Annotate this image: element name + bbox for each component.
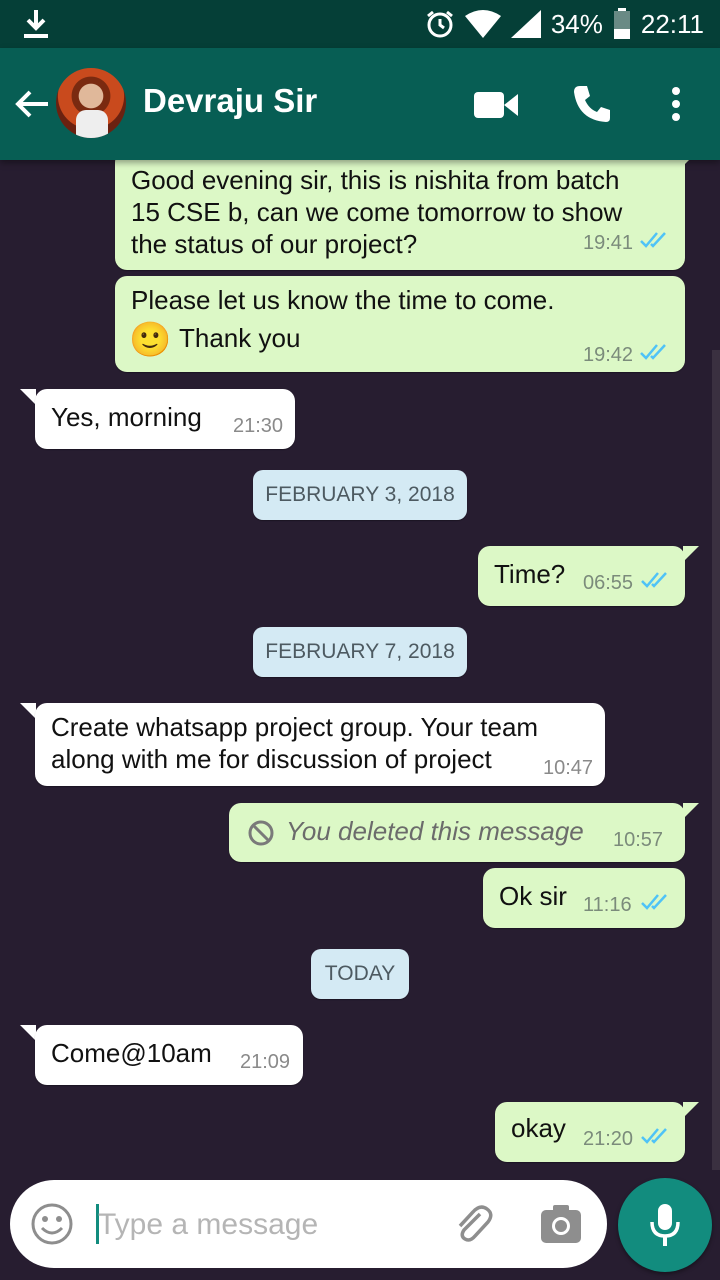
clock: 22:11 [640, 8, 704, 39]
message-outgoing[interactable]: Ok sir 11:16 [483, 868, 685, 928]
message-time: 19:42 [583, 344, 634, 366]
bubble-tail [20, 389, 36, 405]
message-text: Please let us know the time to come. [131, 285, 555, 315]
mic-button[interactable] [618, 1178, 712, 1272]
message-time: 11:16 [583, 894, 632, 916]
download-icon [24, 10, 48, 38]
battery-percent: 34% [550, 8, 603, 39]
date-divider: TODAY [311, 949, 409, 999]
contact-name[interactable]: Devraju Sir [143, 82, 317, 120]
message-time: 21:09 [240, 1051, 291, 1073]
message-outgoing[interactable]: okay 21:20 [495, 1102, 685, 1162]
message-deleted[interactable]: You deleted this message 10:57 [229, 803, 685, 862]
message-text: Time? [494, 559, 566, 589]
alarm-icon [426, 10, 453, 38]
message-time: 10:57 [613, 829, 664, 851]
bubble-tail [683, 803, 699, 819]
bubble-tail [683, 1102, 699, 1118]
message-list[interactable]: Good evening sir, this is nishita from b… [0, 150, 720, 1170]
message-composer [10, 1180, 607, 1268]
phone-icon[interactable] [572, 84, 612, 124]
message-time: 21:20 [583, 1128, 634, 1150]
mic-icon [650, 1204, 680, 1246]
message-time: 06:55 [583, 572, 634, 594]
message-outgoing[interactable]: Please let us know the time to come. 🙂 T… [115, 276, 685, 372]
back-arrow-icon[interactable] [12, 84, 52, 124]
message-time: 10:47 [543, 757, 594, 779]
message-text: Create whatsapp project group. Your team… [51, 712, 539, 774]
chat-header: Devraju Sir [0, 48, 720, 160]
attach-icon[interactable] [450, 1202, 496, 1248]
blocked-icon [248, 820, 274, 846]
message-input[interactable] [96, 1200, 440, 1250]
message-incoming[interactable]: Create whatsapp project group. Your team… [35, 703, 605, 786]
date-divider: FEBRUARY 3, 2018 [253, 470, 467, 520]
message-incoming[interactable]: Come@10am 21:09 [35, 1025, 303, 1085]
message-text: Good evening sir, this is nishita from b… [131, 165, 623, 259]
more-vert-icon[interactable] [670, 86, 682, 122]
message-text: okay [511, 1113, 566, 1143]
message-text: Come@10am [51, 1038, 212, 1068]
avatar[interactable] [56, 68, 126, 138]
message-time: 21:30 [233, 415, 284, 437]
date-divider: FEBRUARY 7, 2018 [253, 627, 467, 677]
message-time: 19:41 [583, 232, 634, 254]
double-check-icon [641, 894, 667, 910]
wifi-icon [464, 10, 501, 38]
double-check-icon [641, 572, 667, 588]
emoji-icon[interactable] [30, 1202, 74, 1246]
message-text-line2: Thank you [179, 323, 301, 353]
message-outgoing[interactable]: Time? 06:55 [478, 546, 685, 606]
message-outgoing[interactable]: Good evening sir, this is nishita from b… [115, 150, 685, 270]
battery-icon [613, 8, 630, 39]
scrollbar[interactable] [712, 350, 720, 1170]
signal-icon [510, 10, 541, 38]
bubble-tail [20, 1025, 36, 1041]
bubble-tail [20, 703, 36, 719]
message-text: Yes, morning [51, 402, 202, 432]
double-check-icon [640, 232, 666, 248]
status-right: 34% 22:11 [425, 0, 704, 48]
status-bar: 34% 22:11 [0, 0, 720, 48]
message-incoming[interactable]: Yes, morning 21:30 [35, 389, 295, 449]
camera-icon[interactable] [540, 1204, 582, 1244]
message-text: Ok sir [499, 881, 567, 911]
double-check-icon [641, 1128, 667, 1144]
message-text: You deleted this message [286, 816, 584, 846]
emoji-slightly-smiling: 🙂 [129, 321, 172, 359]
video-call-icon[interactable] [474, 90, 518, 120]
bubble-tail [683, 546, 699, 562]
double-check-icon [640, 344, 666, 360]
